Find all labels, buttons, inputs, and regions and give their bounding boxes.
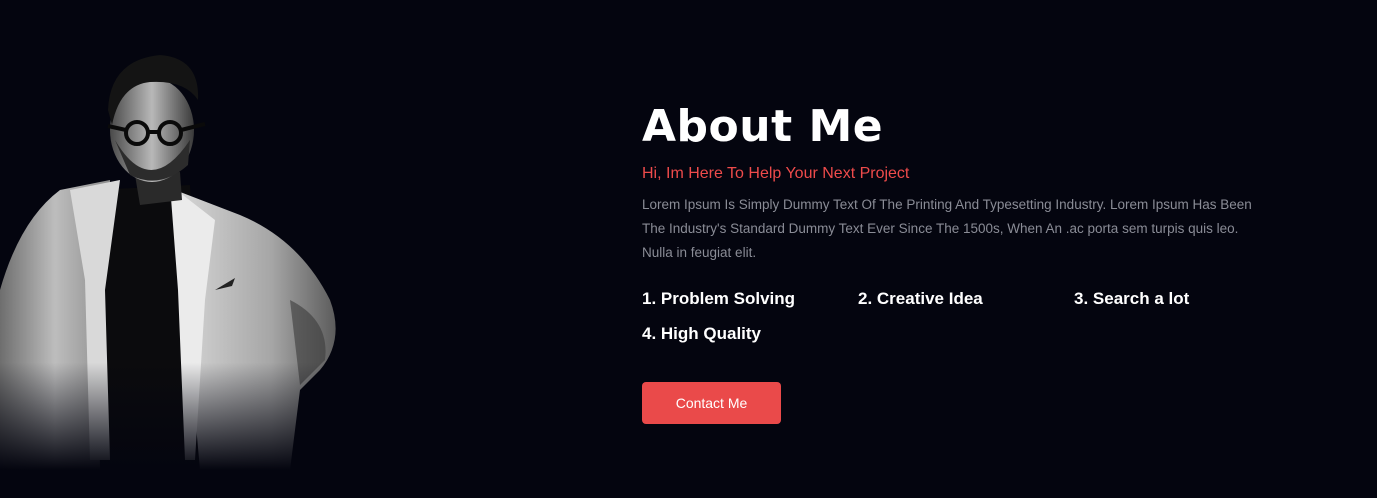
- skills-list: 1. Problem Solving 2. Creative Idea 3. S…: [642, 289, 1282, 344]
- section-title: About Me: [642, 101, 884, 152]
- skill-item-high-quality: 4. High Quality: [642, 324, 762, 343]
- section-subtitle: Hi, Im Here To Help Your Next Project: [642, 165, 910, 182]
- skill-item-creative-idea: 2. Creative Idea: [858, 289, 983, 308]
- portrait-image: [0, 40, 360, 470]
- skill-item-problem-solving: 1. Problem Solving: [642, 289, 796, 308]
- contact-me-button[interactable]: Contact Me: [642, 382, 781, 424]
- about-content: About Me Hi, Im Here To Help Your Next P…: [642, 100, 1282, 424]
- skill-item-search-a-lot: 3. Search a lot: [1074, 289, 1190, 308]
- about-description: Lorem Ipsum Is Simply Dummy Text Of The …: [642, 197, 1252, 260]
- about-section: About Me Hi, Im Here To Help Your Next P…: [0, 0, 1377, 498]
